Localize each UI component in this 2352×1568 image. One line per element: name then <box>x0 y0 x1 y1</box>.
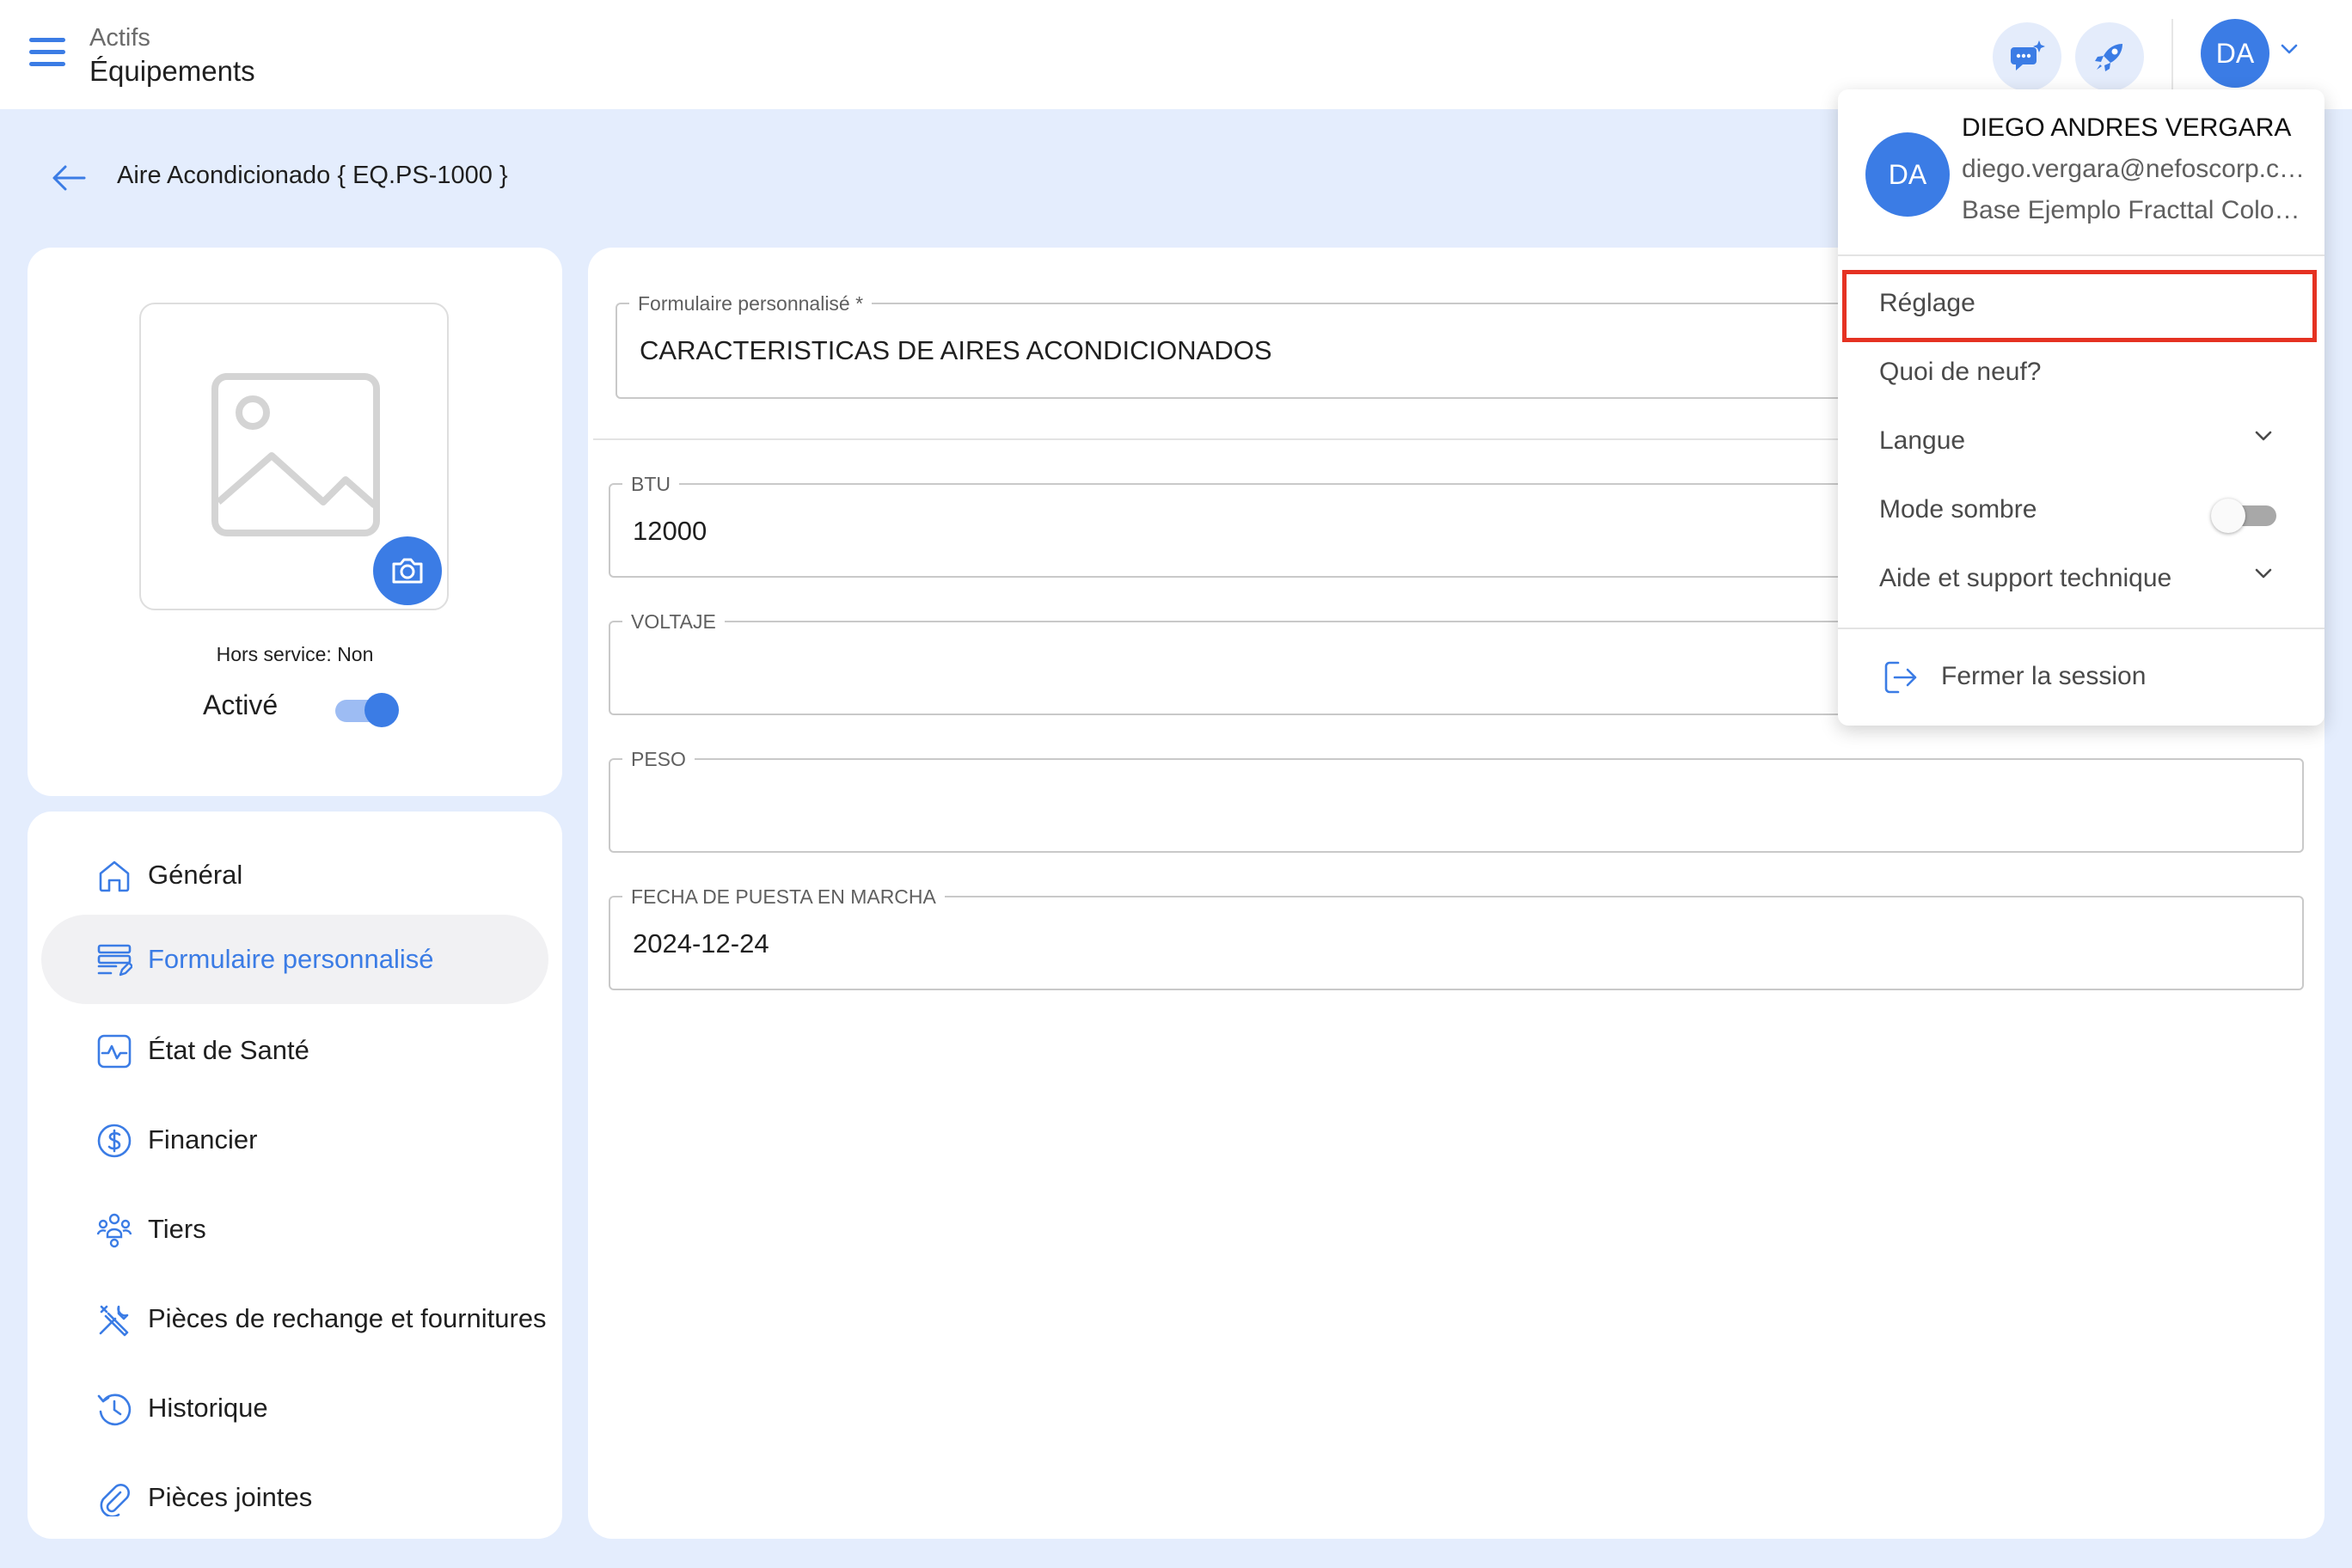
chevron-down-icon <box>2255 568 2272 579</box>
nav-item-attachments[interactable]: Pièces jointes <box>41 1453 548 1539</box>
top-bar-divider <box>2171 19 2173 91</box>
nav-item-label: Historique <box>148 1393 268 1423</box>
menu-item-whats-new[interactable]: Quoi de neuf? <box>1838 339 2324 407</box>
field-value: 2024-12-24 <box>633 928 769 959</box>
nav-item-label: Général <box>148 860 243 890</box>
menu-icon[interactable] <box>29 38 65 70</box>
active-toggle[interactable] <box>335 693 399 727</box>
rocket-button[interactable] <box>2075 22 2144 91</box>
nav-item-spare-parts[interactable]: Pièces de rechange et fournitures <box>41 1274 548 1363</box>
field-value: CARACTERISTICAS DE AIRES ACONDICIONADOS <box>640 335 1272 365</box>
nav-item-label: Tiers <box>148 1214 206 1244</box>
form-icon <box>97 944 132 977</box>
chevron-down-icon[interactable] <box>2280 43 2299 55</box>
menu-item-logout[interactable]: Fermer la session <box>1838 643 2324 712</box>
peso-field[interactable]: PESO <box>609 748 2304 853</box>
field-label: BTU <box>622 473 679 496</box>
nav-item-financial[interactable]: Financier <box>41 1095 548 1185</box>
highlight-annotation <box>1842 270 2317 342</box>
out-of-service-status: Hors service: Non <box>216 643 374 665</box>
field-value: 12000 <box>633 516 707 546</box>
history-icon <box>97 1393 132 1426</box>
menu-item-label: Fermer la session <box>1941 662 2147 690</box>
menu-item-help[interactable]: Aide et support technique <box>1838 545 2324 614</box>
fecha-puesta-marcha-field[interactable]: FECHA DE PUESTA EN MARCHA 2024-12-24 <box>609 885 2304 990</box>
menu-item-dark-mode[interactable]: Mode sombre <box>1838 476 2324 545</box>
nav-item-label: Financier <box>148 1124 258 1155</box>
back-arrow-icon[interactable] <box>50 163 88 193</box>
field-label: FECHA DE PUESTA EN MARCHA <box>622 885 945 909</box>
menu-item-label: Quoi de neuf? <box>1879 358 2042 386</box>
tools-icon <box>99 1305 129 1337</box>
chat-sparkle-icon <box>2011 40 2045 70</box>
upload-photo-button[interactable] <box>373 536 442 605</box>
chat-assistant-button[interactable] <box>1993 22 2061 91</box>
image-placeholder-icon <box>211 373 380 536</box>
chevron-down-icon <box>2255 431 2272 441</box>
page-title: Équipements <box>89 55 255 87</box>
nav-item-history[interactable]: Historique <box>41 1363 548 1453</box>
rocket-icon <box>2095 44 2122 71</box>
people-icon <box>96 1213 132 1248</box>
nav-item-general[interactable]: Général <box>41 830 548 920</box>
nav-item-custom-form[interactable]: Formulaire personnalisé <box>41 915 548 1004</box>
asset-summary-card: Hors service: Non Activé <box>28 248 562 796</box>
camera-icon <box>392 558 423 584</box>
user-email: diego.vergara@nefoscorp.com <box>1962 155 2306 183</box>
user-name: DIEGO ANDRES VERGARA <box>1962 113 2292 142</box>
nav-item-label: État de Santé <box>148 1035 309 1065</box>
user-menu: DA DIEGO ANDRES VERGARA diego.vergara@ne… <box>1838 89 2324 726</box>
user-avatar[interactable]: DA <box>2201 19 2269 88</box>
asset-section-nav: Général Formulaire personnalisé État de … <box>28 812 562 1539</box>
health-icon <box>97 1034 132 1069</box>
menu-item-label: Langue <box>1879 426 1966 455</box>
menu-divider <box>1838 628 2324 629</box>
menu-item-language[interactable]: Langue <box>1838 407 2324 476</box>
nav-item-label: Pièces de rechange et fournitures <box>148 1303 547 1333</box>
menu-avatar: DA <box>1865 132 1950 217</box>
attachment-icon <box>100 1484 130 1516</box>
menu-item-label: Mode sombre <box>1879 495 2037 524</box>
asset-title: Aire Acondicionado { EQ.PS-1000 } <box>117 162 508 189</box>
dark-mode-toggle[interactable] <box>2211 499 2278 533</box>
nav-item-third-parties[interactable]: Tiers <box>41 1185 548 1274</box>
nav-item-label: Pièces jointes <box>148 1482 313 1512</box>
home-icon <box>99 861 130 892</box>
field-label: VOLTAJE <box>622 610 725 634</box>
nav-item-label: Formulaire personnalisé <box>148 944 434 974</box>
field-label: PESO <box>622 748 695 771</box>
dollar-icon <box>97 1124 132 1158</box>
breadcrumb-parent[interactable]: Actifs <box>89 24 150 52</box>
asset-photo <box>139 303 449 610</box>
nav-item-health[interactable]: État de Santé <box>41 1006 548 1095</box>
user-base: Base Ejemplo Fracttal Colombia <box>1962 196 2306 224</box>
menu-divider <box>1838 254 2324 256</box>
menu-item-label: Aide et support technique <box>1879 564 2172 592</box>
field-label: Formulaire personnalisé * <box>629 292 873 315</box>
logout-icon <box>1884 661 1917 694</box>
active-label: Activé <box>203 689 279 720</box>
